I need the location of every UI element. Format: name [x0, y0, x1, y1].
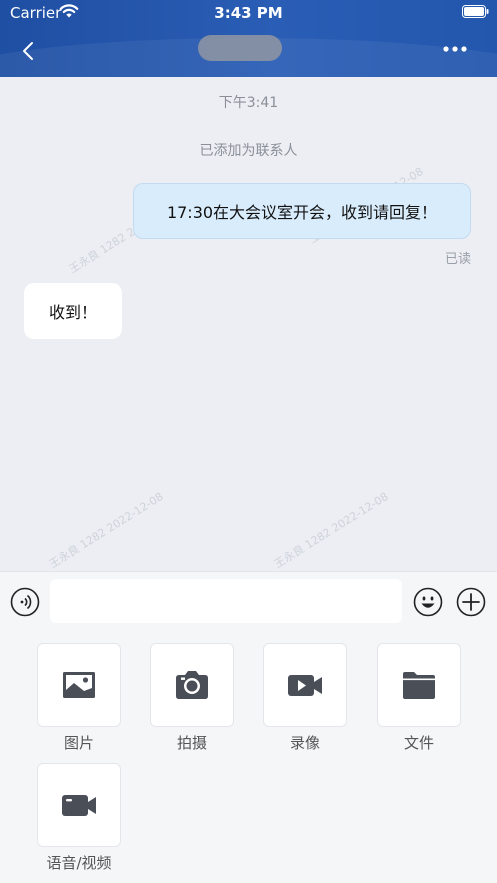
- file-label: 文件: [403, 734, 434, 752]
- status-bar: Carrier 3:43 PM: [0, 0, 497, 26]
- contact-name-redacted: [198, 35, 282, 61]
- watermark: 王永良 1282 2022-12-08: [271, 489, 391, 571]
- chat-area[interactable]: 王永良 1282 2022-12-08 王永良 1282 2022-12-08 …: [0, 77, 497, 571]
- video-record-tile[interactable]: [263, 643, 347, 727]
- outgoing-message-text: 17:30在大会议室开会，收到请回复！: [166, 203, 438, 222]
- camera-button[interactable]: 拍摄: [150, 643, 234, 753]
- folder-icon: [403, 672, 435, 699]
- camera-tile[interactable]: [150, 643, 234, 727]
- message-timestamp: 下午3:41: [218, 95, 279, 111]
- status-time: 3:43 PM: [214, 4, 283, 22]
- video-record-label: 录像: [289, 734, 320, 752]
- camera-icon: [176, 671, 208, 699]
- incoming-message-bubble[interactable]: 收到！: [24, 283, 122, 339]
- video-camera-icon: [288, 675, 322, 696]
- file-tile[interactable]: [377, 643, 461, 727]
- image-tile[interactable]: [37, 643, 121, 727]
- message-input[interactable]: [50, 579, 402, 623]
- battery-icon: [462, 5, 489, 18]
- attachment-panel: 图片 拍摄 录像 文件 语音/视频: [0, 628, 497, 883]
- image-icon: [63, 672, 95, 698]
- back-icon[interactable]: [18, 40, 38, 62]
- voice-video-call-button[interactable]: 语音/视频: [37, 763, 121, 873]
- watermark: 王永良 1282 2022-12-08: [46, 489, 166, 571]
- read-status: 已读: [445, 252, 472, 267]
- file-button[interactable]: 文件: [377, 643, 461, 753]
- more-icon[interactable]: [443, 44, 467, 54]
- system-message: 已添加为联系人: [199, 143, 298, 159]
- voice-icon[interactable]: [10, 587, 40, 617]
- nav-header: Carrier 3:43 PM: [0, 0, 497, 77]
- incoming-message-text: 收到！: [48, 303, 97, 322]
- emoji-icon[interactable]: [413, 587, 443, 617]
- image-label: 图片: [63, 734, 94, 752]
- voice-video-call-label: 语音/视频: [46, 854, 112, 872]
- video-call-icon: [62, 795, 96, 816]
- voice-video-call-tile[interactable]: [37, 763, 121, 847]
- input-bar: [0, 571, 497, 629]
- plus-icon[interactable]: [456, 587, 486, 617]
- camera-label: 拍摄: [176, 734, 207, 752]
- video-record-button[interactable]: 录像: [263, 643, 347, 753]
- image-button[interactable]: 图片: [37, 643, 121, 753]
- outgoing-message-bubble[interactable]: 17:30在大会议室开会，收到请回复！: [133, 183, 471, 239]
